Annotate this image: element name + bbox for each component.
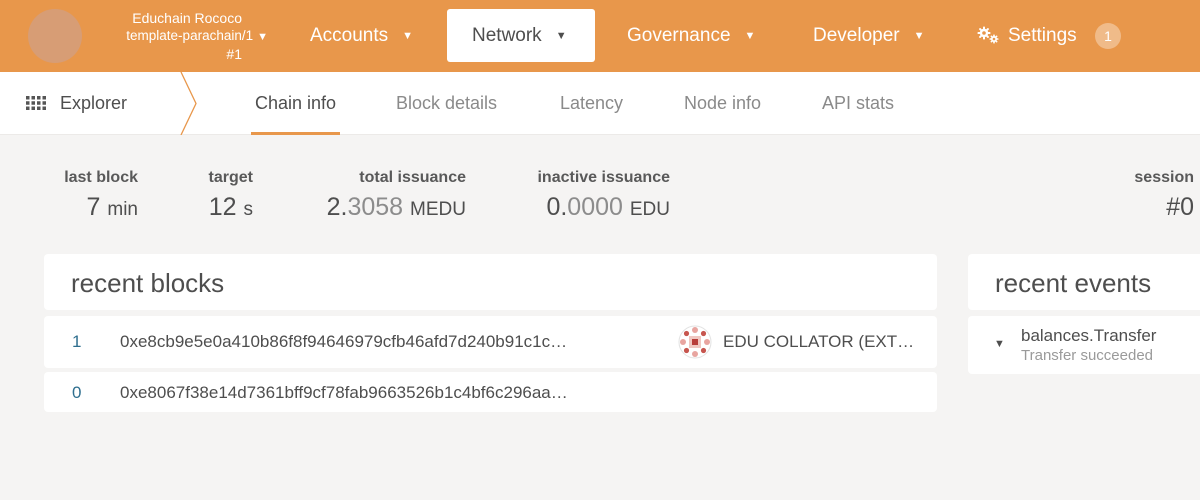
parachain-label: template-parachain/1 (126, 28, 254, 43)
section-menu-explorer[interactable]: Explorer (26, 72, 127, 135)
tab-chain-info[interactable]: Chain info (250, 72, 341, 135)
nav-network-label: Network (472, 25, 542, 46)
summary-unit: min (107, 199, 138, 220)
nav-accounts[interactable]: Accounts ▼ (294, 9, 429, 62)
summary-unit: s (243, 199, 254, 220)
breadcrumb-chevron-icon (180, 72, 197, 135)
summary-value-frac: 0000 (567, 193, 623, 221)
author-identicon-icon[interactable] (678, 325, 712, 359)
chain-selector[interactable]: Educhain Rococo template-parachain/1 ▼ #1 (96, 10, 268, 63)
summary-last-block: last block 7 min (64, 168, 138, 228)
summary-value-int: 0. (546, 193, 568, 221)
expand-caret-icon[interactable]: ▼ (994, 338, 1005, 350)
nav-developer[interactable]: Developer ▼ (797, 9, 941, 62)
chain-name: Educhain Rococo (132, 10, 242, 26)
summary-value-frac: 3058 (347, 193, 404, 221)
nav-network[interactable]: Network ▼ (447, 9, 595, 62)
block-author-name[interactable]: EDU COLLATOR (EXT… (723, 332, 923, 352)
summary-session: session #0 (1134, 168, 1194, 225)
table-row: 1 0xe8cb9e5e0a410b86f8f94646979cfb46afd7… (44, 316, 937, 368)
settings-notification-badge: 1 (1095, 23, 1121, 49)
event-title: balances.Transfer (1021, 326, 1157, 345)
summary-label: last block (64, 169, 138, 186)
nav-governance-label: Governance (627, 25, 731, 46)
block-number-link[interactable]: 0 (72, 383, 81, 403)
event-subtitle: Transfer succeeded (1021, 347, 1154, 364)
tab-node-info[interactable]: Node info (684, 72, 761, 135)
summary-value: 7 (86, 193, 101, 221)
summary-value: #0 (1166, 193, 1194, 221)
tab-api-stats[interactable]: API stats (822, 72, 894, 135)
chevron-down-icon: ▼ (257, 31, 268, 43)
summary-target: target 12 s (209, 168, 253, 228)
recent-blocks-header: recent blocks (44, 254, 937, 310)
summary-unit: MEDU (410, 199, 466, 220)
tab-latency[interactable]: Latency (560, 72, 623, 135)
table-row: 0 0xe8067f38e14d7361bff9cf78fab9663526b1… (44, 372, 937, 412)
nav-settings-label: Settings (1008, 25, 1077, 46)
nav-settings[interactable]: Settings (960, 9, 1093, 62)
recent-events-header: recent events (968, 254, 1200, 310)
summary-value: 12 (208, 193, 237, 221)
nav-developer-label: Developer (813, 25, 900, 46)
block-hash: 0xe8cb9e5e0a410b86f8f94646979cfb46afd7d2… (120, 332, 568, 351)
event-item[interactable]: ▼ balances.Transfer Transfer succeeded (968, 316, 1200, 374)
summary-total-issuance: total issuance 2.3058 MEDU (327, 168, 466, 228)
best-block-number: #1 (226, 46, 242, 62)
top-bar: Educhain Rococo template-parachain/1 ▼ #1… (0, 0, 1200, 72)
section-menu-label: Explorer (60, 93, 128, 113)
summary-label: session (1134, 169, 1194, 186)
chevron-down-icon: ▼ (555, 30, 567, 42)
chain-avatar[interactable] (28, 9, 82, 63)
block-number-link[interactable]: 1 (72, 332, 81, 352)
grid-menu-icon (26, 96, 46, 110)
chevron-down-icon: ▼ (402, 30, 414, 42)
summary-value-int: 2. (326, 193, 348, 221)
gears-icon (977, 26, 999, 44)
summary-unit: EDU (629, 199, 670, 220)
summary-inactive-issuance: inactive issuance 0.0000 EDU (537, 168, 670, 228)
chevron-down-icon: ▼ (744, 30, 756, 42)
tab-block-details[interactable]: Block details (396, 72, 497, 135)
nav-accounts-label: Accounts (310, 25, 389, 46)
summary-label: inactive issuance (537, 169, 670, 186)
chevron-down-icon: ▼ (913, 30, 925, 42)
summary-label: target (208, 169, 253, 186)
sub-navigation: Explorer Chain info Block details Latenc… (0, 72, 1200, 135)
block-hash: 0xe8067f38e14d7361bff9cf78fab9663526b1c4… (120, 383, 568, 402)
nav-governance[interactable]: Governance ▼ (611, 9, 771, 62)
summary-label: total issuance (359, 169, 466, 186)
